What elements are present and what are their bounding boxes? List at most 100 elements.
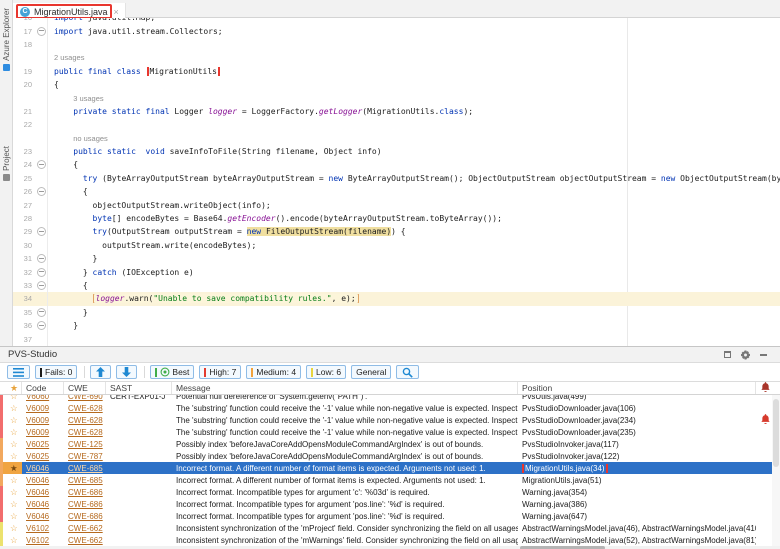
star-icon[interactable]: ☆ <box>10 403 18 414</box>
cwe-link[interactable]: CWE-628 <box>68 404 103 413</box>
cwe-link[interactable]: CWE-662 <box>68 524 103 533</box>
code-cell[interactable]: V6009 <box>22 404 64 413</box>
fold-icon[interactable] <box>37 281 46 290</box>
code-cell[interactable]: V6009 <box>22 428 64 437</box>
warning-row[interactable]: ☆V6046CWE-685Incorrect format. A differe… <box>0 474 780 486</box>
column-header-cwe[interactable]: CWE <box>64 382 106 394</box>
code-cell[interactable]: V6046 <box>22 488 64 497</box>
code-cell[interactable]: V6046 <box>22 476 64 485</box>
menu-button[interactable] <box>7 365 30 379</box>
favorite-cell[interactable]: ★ <box>0 462 22 474</box>
minimize-icon[interactable] <box>759 350 768 359</box>
code-link[interactable]: V6046 <box>26 512 49 521</box>
cwe-link[interactable]: CWE-662 <box>68 536 103 545</box>
fold-icon[interactable] <box>37 254 46 263</box>
next-warning-button[interactable] <box>116 365 137 379</box>
favorite-cell[interactable]: ☆ <box>0 438 22 450</box>
position-cell[interactable]: PvsStudioDownloader.java(106) <box>518 404 756 413</box>
favorite-cell[interactable]: ☆ <box>0 498 22 510</box>
cwe-link[interactable]: CWE-125 <box>68 440 103 449</box>
warning-row[interactable]: ☆V6046CWE-686Incorrect format. Incompati… <box>0 510 780 522</box>
warning-row[interactable]: ☆V6046CWE-686Incorrect format. Incompati… <box>0 498 780 510</box>
restore-icon[interactable] <box>723 350 732 359</box>
warning-row[interactable]: ★V6046CWE-685Incorrect format. A differe… <box>0 462 780 474</box>
fold-icon[interactable] <box>37 160 46 169</box>
code-cell[interactable]: V6046 <box>22 500 64 509</box>
code-cell[interactable]: V6046 <box>22 464 64 473</box>
code-link[interactable]: V6046 <box>26 476 49 485</box>
cwe-link[interactable]: CWE-787 <box>68 452 103 461</box>
cwe-cell[interactable]: CWE-690 <box>64 395 106 401</box>
warning-row[interactable]: ☆V6025CWE-125Possibly index 'beforeJavaC… <box>0 438 780 450</box>
usages-hint-text[interactable]: no usages <box>73 134 108 143</box>
warning-row[interactable]: ☆V6060CWE-690CERT-EXP01-JPotential null … <box>0 395 780 402</box>
position-cell[interactable]: PvsUtils.java(499) <box>518 395 756 401</box>
close-icon[interactable]: × <box>114 7 119 17</box>
favorite-cell[interactable]: ☆ <box>0 474 22 486</box>
medium-filter[interactable]: Medium: 4 <box>246 365 301 379</box>
general-filter[interactable]: General <box>351 365 391 379</box>
star-icon[interactable]: ☆ <box>10 511 18 522</box>
low-filter[interactable]: Low: 6 <box>306 365 346 379</box>
star-icon[interactable]: ☆ <box>10 427 18 438</box>
best-filter[interactable]: Best <box>150 365 194 379</box>
search-button[interactable] <box>396 365 419 379</box>
cwe-link[interactable]: CWE-685 <box>68 464 103 473</box>
cwe-cell[interactable]: CWE-125 <box>64 440 106 449</box>
code-cell[interactable]: V6060 <box>22 395 64 401</box>
fails-filter[interactable]: Fails: 0 <box>35 365 77 379</box>
cwe-cell[interactable]: CWE-685 <box>64 476 106 485</box>
star-icon[interactable]: ☆ <box>10 415 18 426</box>
favorite-cell[interactable]: ☆ <box>0 534 22 546</box>
favorite-cell[interactable]: ☆ <box>0 450 22 462</box>
cwe-cell[interactable]: CWE-686 <box>64 500 106 509</box>
warning-row[interactable]: ☆V6025CWE-787Possibly index 'beforeJavaC… <box>0 450 780 462</box>
warning-row[interactable]: ☆V6009CWE-628The 'substring' function co… <box>0 414 780 426</box>
column-header-message[interactable]: Message <box>172 382 518 394</box>
cwe-link[interactable]: CWE-628 <box>68 416 103 425</box>
position-cell[interactable]: PvsStudioDownloader.java(234) <box>518 416 756 425</box>
cwe-link[interactable]: CWE-628 <box>68 428 103 437</box>
code-cell[interactable]: V6009 <box>22 416 64 425</box>
favorites-column-header[interactable]: ★ <box>0 382 22 394</box>
star-icon[interactable]: ☆ <box>10 451 18 462</box>
warning-row[interactable]: ☆V6009CWE-628The 'substring' function co… <box>0 426 780 438</box>
position-cell[interactable]: MigrationUtils.java(34) <box>518 464 756 473</box>
code-cell[interactable]: V6025 <box>22 440 64 449</box>
code-link[interactable]: V6009 <box>26 404 49 413</box>
tool-button-project[interactable]: Project <box>0 146 13 181</box>
favorite-cell[interactable]: ☆ <box>0 395 22 402</box>
position-cell[interactable]: AbstractWarningsModel.java(46), Abstract… <box>518 524 756 533</box>
cwe-cell[interactable]: CWE-787 <box>64 452 106 461</box>
cwe-link[interactable]: CWE-686 <box>68 488 103 497</box>
star-icon[interactable]: ☆ <box>10 487 18 498</box>
favorite-cell[interactable]: ☆ <box>0 402 22 414</box>
code-cell[interactable]: V6025 <box>22 452 64 461</box>
cwe-cell[interactable]: CWE-662 <box>64 536 106 545</box>
code-link[interactable]: V6046 <box>26 500 49 509</box>
favorite-cell[interactable]: ☆ <box>0 486 22 498</box>
star-icon[interactable]: ★ <box>10 463 18 474</box>
star-icon[interactable]: ☆ <box>10 395 18 402</box>
fold-icon[interactable] <box>37 27 46 36</box>
usages-hint-text[interactable]: 3 usages <box>73 94 103 103</box>
cwe-link[interactable]: CWE-686 <box>68 512 103 521</box>
favorite-cell[interactable]: ☆ <box>0 414 22 426</box>
code-cell[interactable]: V6102 <box>22 536 64 545</box>
position-cell[interactable]: PvsStudioInvoker.java(122) <box>518 452 756 461</box>
position-cell[interactable]: PvsStudioDownloader.java(235) <box>518 428 756 437</box>
favorite-cell[interactable]: ☆ <box>0 522 22 534</box>
column-header-position[interactable]: Position <box>518 382 756 394</box>
high-filter[interactable]: High: 7 <box>199 365 241 379</box>
fold-icon[interactable] <box>37 308 46 317</box>
star-icon[interactable]: ☆ <box>10 535 18 546</box>
fold-icon[interactable] <box>37 227 46 236</box>
favorite-cell[interactable]: ☆ <box>0 510 22 522</box>
fold-icon[interactable] <box>37 268 46 277</box>
cwe-cell[interactable]: CWE-686 <box>64 512 106 521</box>
star-icon[interactable]: ☆ <box>10 499 18 510</box>
code-link[interactable]: V6060 <box>26 395 49 401</box>
vertical-scrollbar[interactable] <box>772 395 780 546</box>
position-cell[interactable]: AbstractWarningsModel.java(52), Abstract… <box>518 536 756 545</box>
cwe-link[interactable]: CWE-685 <box>68 476 103 485</box>
